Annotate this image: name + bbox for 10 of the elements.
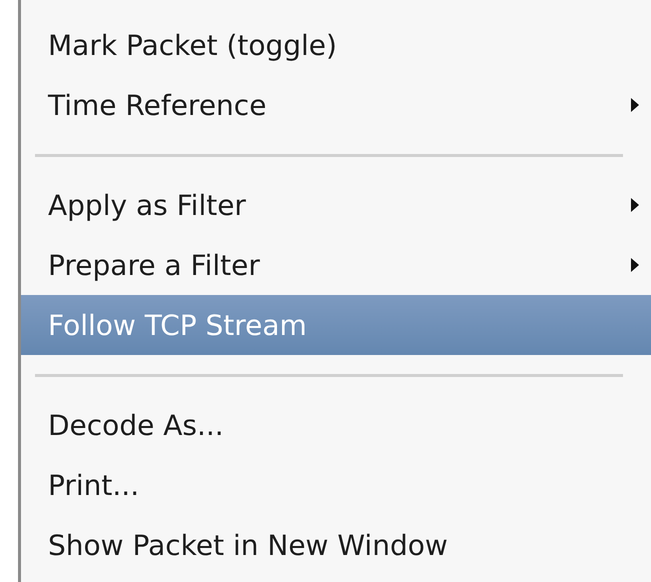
menu-item[interactable]: Print...: [21, 455, 651, 515]
menu-item[interactable]: Decode As...: [21, 395, 651, 455]
menu-item[interactable]: Mark Packet (toggle): [21, 15, 651, 75]
submenu-arrow-icon: [631, 198, 639, 212]
menu-item[interactable]: Time Reference: [21, 75, 651, 135]
submenu-arrow-icon: [631, 98, 639, 112]
submenu-arrow-icon: [631, 258, 639, 272]
menu-item[interactable]: Show Packet in New Window: [21, 515, 651, 575]
menu-item[interactable]: Prepare a Filter: [21, 235, 651, 295]
menu-item[interactable]: Apply as Filter: [21, 175, 651, 235]
